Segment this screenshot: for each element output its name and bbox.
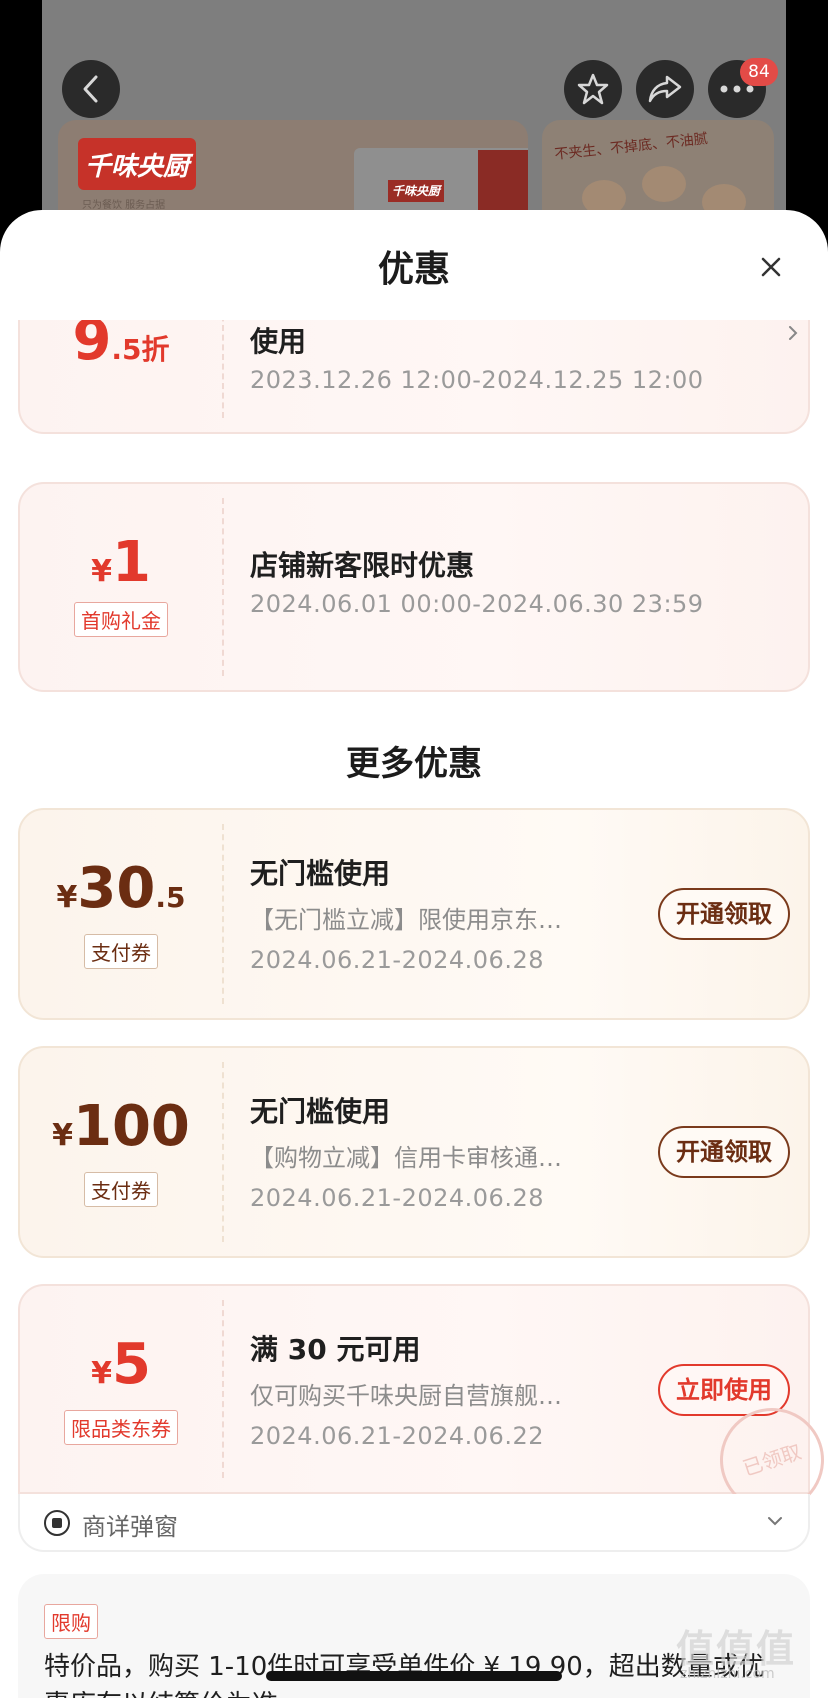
coupon-amount: ¥5 [20,1332,222,1397]
coupon-title: 使用 [250,325,307,358]
coupon-amount: ¥1 [20,530,222,595]
activate-claim-button[interactable]: 开通领取 [658,1126,790,1178]
detail-popup-label: 商详弹窗 [82,1513,178,1541]
coupon-tag-label: 支付券 [84,934,158,969]
coupon-date: 2024.06.21-2024.06.28 [250,946,544,974]
coupon-tag: 首购礼金 [20,602,222,637]
watermark-url: zhizhizhi.com [680,1666,775,1682]
coupon-tag-label: 支付券 [84,1172,158,1207]
coupon-date: 2024.06.21-2024.06.22 [250,1422,544,1450]
coupon-description: 【购物立减】信用卡审核通过后 [250,1144,580,1172]
close-icon [761,257,781,277]
share-button[interactable] [636,60,694,118]
coupon-amount-suffix: .5折 [111,333,170,366]
coupon-description: 仅可购买千味央厨自营旗舰店商品 [250,1382,580,1410]
currency-symbol: ¥ [91,554,112,589]
coupon-card[interactable]: ¥1 首购礼金 店铺新客限时优惠 2024.06.01 00:00-2024.0… [18,482,810,692]
coupon-card[interactable]: ¥5 限品类东券 满 30 元可用 仅可购买千味央厨自营旗舰店商品 2024.0… [18,1284,828,1526]
brand-logo: 千味央厨 [78,138,196,190]
notification-badge: 84 [740,58,778,86]
coupon-tag: 支付券 [20,934,222,969]
coupon-description: 【无门槛立减】限使用京东支付 [250,906,580,934]
more-offers-title: 更多优惠 [346,744,482,784]
share-icon [648,75,682,103]
star-icon [577,73,609,105]
currency-symbol: ¥ [91,1356,112,1391]
coupon-date: 2024.06.01 00:00-2024.06.30 23:59 [250,590,704,618]
package-logo: 千味央厨 [388,180,444,202]
popup-icon [44,1510,70,1536]
coupon-divider [222,498,224,676]
coupon-card[interactable]: ¥100 支付券 无门槛使用 【购物立减】信用卡审核通过后 2024.06.21… [18,1046,810,1258]
coupon-tag: 支付券 [20,1172,222,1207]
chevron-right-icon[interactable] [786,326,800,340]
coupon-title: 无门槛使用 [250,1095,391,1128]
coupon-divider [222,320,224,418]
coupon-divider [222,1062,224,1242]
favorite-button[interactable] [564,60,622,118]
coupon-amount: ¥30.5 [20,856,222,921]
coupon-amount-suffix: .5 [155,881,186,914]
coupon-date: 2023.12.26 12:00-2024.12.25 12:00 [250,366,704,394]
promotions-sheet: 优惠 9.5折 使用 2023.12.26 12:00-2024.12.25 1… [0,210,828,1698]
coupon-amount-value: 1 [111,530,151,595]
brand-tagline: 只为餐饮 服务占据 [82,200,166,211]
chevron-down-icon[interactable] [766,1512,784,1530]
coupon-card[interactable]: ¥30.5 支付券 无门槛使用 【无门槛立减】限使用京东支付 2024.06.2… [18,808,810,1020]
currency-symbol: ¥ [52,1118,73,1153]
coupon-title: 无门槛使用 [250,857,391,890]
coupon-card[interactable]: 9.5折 使用 2023.12.26 12:00-2024.12.25 12:0… [18,320,810,434]
coupon-date: 2024.06.21-2024.06.28 [250,1184,544,1212]
coupon-amount: ¥100 [20,1094,222,1159]
limit-tag: 限购 [44,1604,98,1639]
coupon-list[interactable]: 9.5折 使用 2023.12.26 12:00-2024.12.25 12:0… [0,320,828,1698]
coupon-tag: 限品类东券 [20,1410,222,1445]
chevron-left-icon [83,75,98,103]
coupon-title: 满 30 元可用 [250,1333,421,1366]
detail-popup-row[interactable]: 商详弹窗 [18,1494,810,1552]
food-image [642,166,686,202]
promo-text: 不夹生、不掉底、不油腻 [553,130,709,163]
coupon-divider [222,824,224,1004]
activate-claim-button[interactable]: 开通领取 [658,888,790,940]
coupon-tag-label: 首购礼金 [74,602,168,637]
coupon-divider [222,1300,224,1478]
coupon-amount-value: 30 [77,856,156,921]
back-button[interactable] [62,60,120,118]
coupon-tag-label: 限品类东券 [64,1410,178,1445]
coupon-amount: 9.5折 [20,320,222,373]
coupon-amount-value: 9 [72,320,112,373]
more-dots-icon [720,85,754,93]
close-button[interactable] [756,252,786,282]
watermark-logo: 值值值 [676,1627,797,1671]
currency-symbol: ¥ [56,880,78,915]
home-indicator[interactable] [266,1671,562,1681]
sheet-title: 优惠 [377,249,450,290]
coupon-title: 店铺新客限时优惠 [250,549,475,582]
coupon-amount-value: 100 [72,1094,190,1159]
coupon-amount-value: 5 [111,1332,151,1397]
